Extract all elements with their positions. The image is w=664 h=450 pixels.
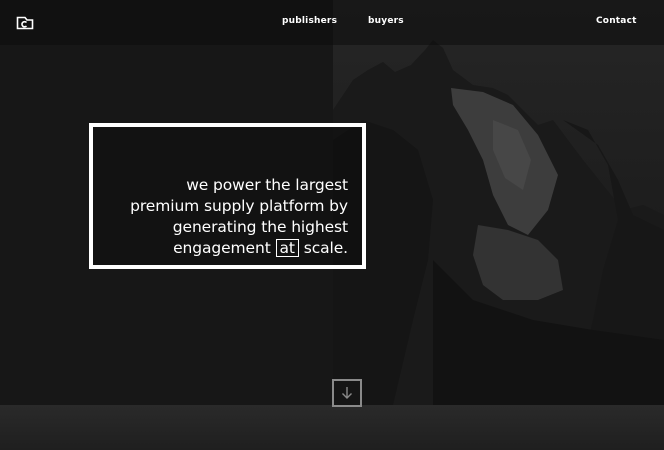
landing-page: publishers buyers Contact we power the l… (0, 0, 664, 450)
hero-line: premium supply platform by (130, 197, 348, 215)
arrow-down-icon (342, 387, 352, 399)
hero-box: we power the largest premium supply plat… (89, 123, 366, 269)
bottom-band (0, 405, 664, 450)
nav-link-contact[interactable]: Contact (596, 16, 637, 26)
hero-word-engagement: engagement (173, 239, 271, 257)
logo-c-icon[interactable] (16, 15, 34, 30)
mountain-illustration (333, 40, 664, 405)
hero-headline: we power the largest premium supply plat… (98, 175, 348, 259)
nav-link-publishers[interactable]: publishers (282, 16, 337, 26)
mountain-background-image (333, 0, 664, 405)
hero-word-scale: scale. (303, 239, 348, 257)
hero-line: we power the largest (186, 176, 348, 194)
hero-highlight-at: at (275, 239, 299, 257)
hero-line: generating the highest (172, 218, 348, 236)
header-bar: publishers buyers Contact (0, 0, 664, 45)
nav-link-buyers[interactable]: buyers (368, 16, 404, 26)
hero-line-last: engagement at scale. (98, 238, 348, 259)
scroll-down-button[interactable] (332, 379, 362, 407)
